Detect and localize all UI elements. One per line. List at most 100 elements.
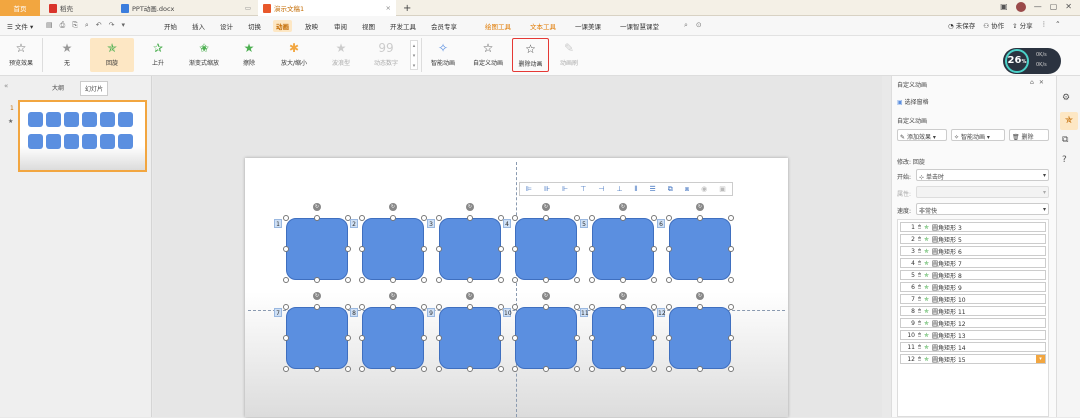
rounded-rect-shape[interactable] <box>439 307 501 369</box>
rotate-handle-icon[interactable]: ↻ <box>389 292 397 300</box>
rotate-handle-icon[interactable]: ↻ <box>619 203 627 211</box>
transition-icon[interactable]: ⧉ <box>1062 135 1068 145</box>
tab-home[interactable]: 首页 <box>0 0 40 16</box>
rotate-handle-icon[interactable]: ↻ <box>313 203 321 211</box>
resize-handle[interactable] <box>543 215 549 221</box>
animation-order-tag[interactable]: 2 <box>350 219 358 228</box>
minimize-icon[interactable]: — <box>1034 2 1042 12</box>
rounded-rect-shape[interactable] <box>362 218 424 280</box>
slide[interactable]: ⊫ ⊪ ⊩ ⊤ ⊣ ⊥ ⫴ ☰ ⧉ ⧈ ◉ ▣ 1 ↻ 2 ↻ 3 ↻ 4 ↻ 5 ↻ 6 ↻ 7 ↻ 8 ↻ 9 ↻ 10 ↻ 11… <box>245 158 788 417</box>
pane-lock-icon[interactable]: ⌂ <box>1030 79 1034 86</box>
menu-review[interactable]: 审阅 <box>331 20 350 32</box>
help-icon[interactable]: ⊙ <box>696 21 702 30</box>
menu-member[interactable]: 会员专享 <box>428 20 460 32</box>
maximize-icon[interactable]: ▢ <box>1050 2 1058 12</box>
animation-list-item[interactable]: 5 🖱 ✯ 圆角矩形 8 <box>900 270 1046 280</box>
rotate-handle-icon[interactable]: ↻ <box>619 292 627 300</box>
redo-icon[interactable]: ↷ <box>109 21 115 30</box>
resize-handle[interactable] <box>589 246 595 252</box>
resize-handle[interactable] <box>728 335 734 341</box>
resize-handle[interactable] <box>314 215 320 221</box>
preview-effect-button[interactable]: ☆ 预览效果 <box>5 38 37 72</box>
preview-icon[interactable]: ⌕ <box>85 21 89 30</box>
rounded-rect-shape[interactable] <box>439 218 501 280</box>
resize-handle[interactable] <box>359 215 365 221</box>
resize-handle[interactable] <box>574 277 580 283</box>
resize-handle[interactable] <box>467 304 473 310</box>
resize-handle[interactable] <box>728 215 734 221</box>
resize-handle[interactable] <box>498 246 504 252</box>
effect-zoom[interactable]: ✬ 渐变式缩放 <box>182 38 226 72</box>
animation-list-item[interactable]: 12 🖱 ✯ 圆角矩形 15 ▾ <box>900 354 1046 364</box>
resize-handle[interactable] <box>651 277 657 283</box>
resize-handle[interactable] <box>314 304 320 310</box>
animation-order-tag[interactable]: 7 <box>274 308 282 317</box>
animation-order-tag[interactable]: 6 <box>657 219 665 228</box>
gallery-scroll[interactable]: ▴ ▾ ▾ <box>410 40 418 70</box>
pane-close-icon[interactable]: ✕ <box>1039 79 1044 86</box>
rounded-rect-shape[interactable] <box>592 218 654 280</box>
resize-handle[interactable] <box>651 335 657 341</box>
rotate-handle-icon[interactable]: ↻ <box>466 292 474 300</box>
tab-presentation[interactable]: 演示文稿1 × <box>258 0 396 16</box>
resize-handle[interactable] <box>345 277 351 283</box>
collapse-icon[interactable]: ⌃ <box>1055 20 1060 30</box>
effect-rise[interactable]: ✰ 上升 <box>142 38 174 72</box>
effect-spin[interactable]: ✯ 回旋 <box>90 38 134 72</box>
animation-order-tag[interactable]: 8 <box>350 308 358 317</box>
network-gauge[interactable]: 26% 0K/s 0K/s <box>1003 48 1061 74</box>
animation-order-tag[interactable]: 12 <box>657 308 666 317</box>
resize-handle[interactable] <box>512 366 518 372</box>
resize-handle[interactable] <box>620 277 626 283</box>
menu-animation[interactable]: 动画 <box>273 20 292 32</box>
resize-handle[interactable] <box>512 215 518 221</box>
collab-button[interactable]: ⚇ 协作 <box>983 20 1004 30</box>
animation-order-tag[interactable]: 10 <box>503 308 512 317</box>
collapse-pane-icon[interactable]: « <box>4 82 8 90</box>
animation-pane-icon[interactable]: ✯ <box>1060 112 1078 130</box>
close-icon[interactable]: ✕ <box>1065 2 1072 12</box>
resize-handle[interactable] <box>436 246 442 252</box>
resize-handle[interactable] <box>436 304 442 310</box>
menu-design[interactable]: 设计 <box>217 20 236 32</box>
resize-handle[interactable] <box>283 304 289 310</box>
animation-list-item[interactable]: 6 🖱 ✯ 圆角矩形 9 <box>900 282 1046 292</box>
resize-handle[interactable] <box>467 215 473 221</box>
resize-handle[interactable] <box>345 366 351 372</box>
resize-handle[interactable] <box>651 246 657 252</box>
add-effect-button[interactable]: ✎ 添加效果 ▾ <box>897 129 947 141</box>
rounded-rect-shape[interactable] <box>669 307 731 369</box>
close-tab-icon[interactable]: × <box>386 4 391 12</box>
resize-handle[interactable] <box>436 215 442 221</box>
settings-sliders-icon[interactable]: ⚙ <box>1062 93 1070 103</box>
resize-handle[interactable] <box>359 366 365 372</box>
resize-handle[interactable] <box>283 215 289 221</box>
resize-handle[interactable] <box>421 246 427 252</box>
resize-handle[interactable] <box>512 277 518 283</box>
resize-handle[interactable] <box>359 277 365 283</box>
tab-slides[interactable]: 幻灯片 <box>80 81 109 96</box>
resize-handle[interactable] <box>666 335 672 341</box>
resize-handle[interactable] <box>421 335 427 341</box>
export-icon[interactable]: ⎙ <box>60 21 66 30</box>
unsaved-button[interactable]: ◔ 未保存 <box>948 20 975 30</box>
animation-order-tag[interactable]: 9 <box>427 308 435 317</box>
resize-handle[interactable] <box>543 304 549 310</box>
file-menu[interactable]: ☰ 文件 ▾ <box>4 20 36 32</box>
animation-list-item[interactable]: 1 🖱 ✯ 圆角矩形 3 <box>900 222 1046 232</box>
animation-list-item[interactable]: 11 🖱 ✯ 圆角矩形 14 <box>900 342 1046 352</box>
resize-handle[interactable] <box>345 246 351 252</box>
menu-view[interactable]: 视图 <box>359 20 378 32</box>
rounded-rect-shape[interactable] <box>592 307 654 369</box>
menu-slideshow[interactable]: 放映 <box>302 20 321 32</box>
resize-handle[interactable] <box>283 335 289 341</box>
resize-handle[interactable] <box>512 304 518 310</box>
resize-handle[interactable] <box>543 366 549 372</box>
resize-handle[interactable] <box>666 215 672 221</box>
rounded-rect-shape[interactable] <box>362 307 424 369</box>
rotate-handle-icon[interactable]: ↻ <box>696 203 704 211</box>
menu-insert[interactable]: 插入 <box>189 20 208 32</box>
resize-handle[interactable] <box>498 277 504 283</box>
menu-extra1[interactable]: 一课美课 <box>572 20 604 32</box>
resize-handle[interactable] <box>574 335 580 341</box>
